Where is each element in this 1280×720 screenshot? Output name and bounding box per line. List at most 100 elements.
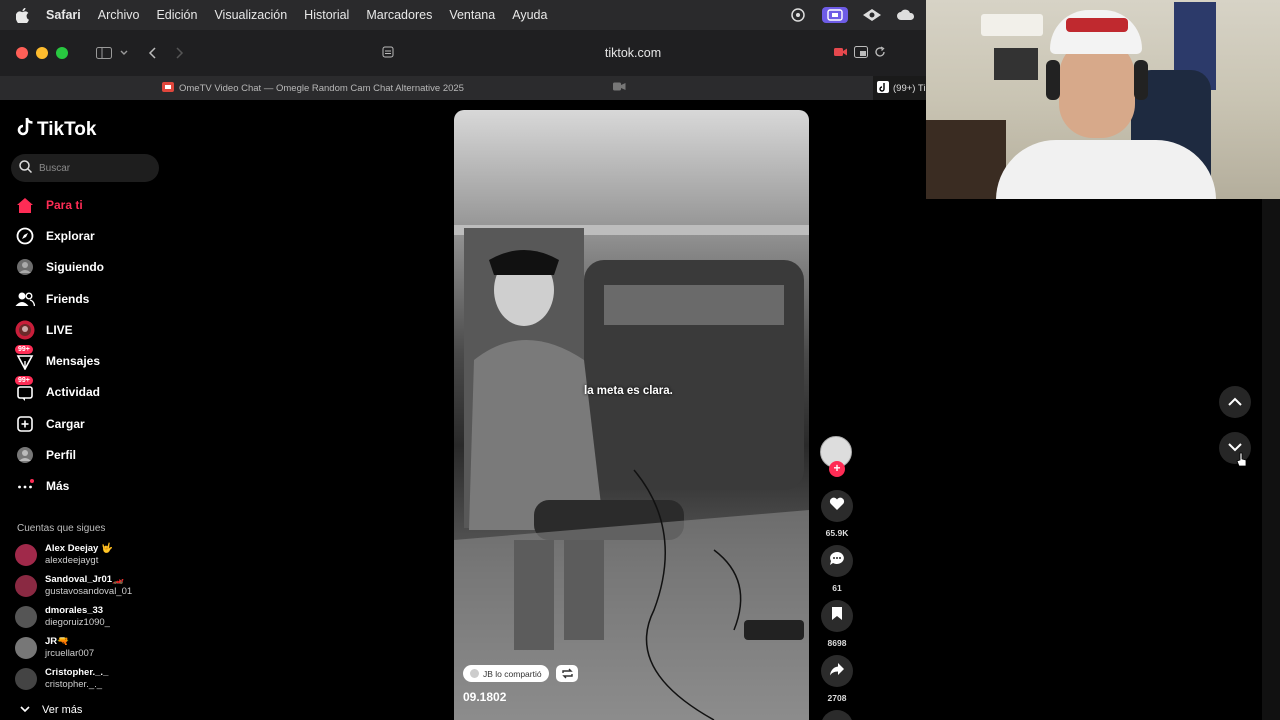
nav-label: Actividad xyxy=(46,385,101,399)
menu-edicion[interactable]: Edición xyxy=(156,8,197,22)
nav-mensajes[interactable]: 99+ Mensajes xyxy=(15,345,100,375)
nav-explorar[interactable]: Explorar xyxy=(15,222,95,250)
account-name: dmorales_33 xyxy=(45,605,104,616)
nav-siguiendo[interactable]: Siguiendo xyxy=(15,253,104,281)
compass-icon xyxy=(15,226,35,246)
mensajes-badge: 99+ xyxy=(15,345,33,354)
heart-icon xyxy=(829,497,845,516)
following-account[interactable]: Cristopher._._ cristopher._._ xyxy=(15,667,108,691)
comment-button[interactable] xyxy=(821,545,853,577)
account-handle: gustavosandoval_01 xyxy=(45,586,133,597)
cloud-icon[interactable] xyxy=(896,7,916,23)
nav-label: Para ti xyxy=(46,198,83,212)
home-icon xyxy=(15,195,35,215)
obs-icon[interactable] xyxy=(788,7,808,23)
repost-icon[interactable] xyxy=(556,665,578,682)
apple-icon[interactable] xyxy=(16,7,32,23)
menu-marcadores[interactable]: Marcadores xyxy=(366,8,432,22)
menu-safari[interactable]: Safari xyxy=(46,8,81,22)
nav-para-ti[interactable]: Para ti xyxy=(15,191,83,219)
save-button[interactable] xyxy=(821,600,853,632)
nav-label: Friends xyxy=(46,292,90,306)
search-placeholder: Buscar xyxy=(39,162,71,174)
menu-visualizacion[interactable]: Visualización xyxy=(214,8,287,22)
video-title: 09.1802 xyxy=(463,690,507,704)
zoom-window-button[interactable] xyxy=(56,47,68,59)
close-window-button[interactable] xyxy=(16,47,28,59)
nav-cargar[interactable]: Cargar xyxy=(15,410,85,438)
video-player[interactable] xyxy=(454,110,809,720)
nav-label: Cargar xyxy=(46,417,85,431)
menu-ventana[interactable]: Ventana xyxy=(449,8,495,22)
share-button[interactable] xyxy=(821,655,853,687)
tab-ometv[interactable]: OmeTV Video Chat — Omegle Random Cam Cha… xyxy=(162,82,464,95)
share-icon xyxy=(829,662,845,681)
nav-label: Perfil xyxy=(46,448,77,462)
account-name: Sandoval_Jr01🏎️ xyxy=(45,574,124,585)
music-disc-button[interactable] xyxy=(821,710,853,720)
url-text: tiktok.com xyxy=(604,46,662,60)
screen-record-icon[interactable] xyxy=(822,7,848,23)
follow-plus-icon[interactable]: + xyxy=(829,461,845,477)
address-bar[interactable]: tiktok.com xyxy=(380,39,886,67)
save-count: 8698 xyxy=(827,638,847,648)
ometv-favicon-icon xyxy=(162,82,174,95)
reload-icon[interactable] xyxy=(874,45,886,61)
forward-icon[interactable] xyxy=(176,47,184,59)
previous-video-button[interactable] xyxy=(1219,386,1251,418)
nav-live[interactable]: LIVE xyxy=(15,316,73,344)
chevron-down-icon[interactable] xyxy=(120,50,128,56)
following-account[interactable]: Sandoval_Jr01🏎️ gustavosandoval_01 xyxy=(15,574,132,598)
back-icon[interactable] xyxy=(148,47,156,59)
actividad-badge: 99+ xyxy=(15,376,33,385)
search-input[interactable]: Buscar xyxy=(11,154,159,182)
page-scrollbar[interactable] xyxy=(1262,199,1280,720)
minimize-window-button[interactable] xyxy=(36,47,48,59)
avatar xyxy=(15,637,37,659)
menu-ayuda[interactable]: Ayuda xyxy=(512,8,547,22)
avatar xyxy=(470,669,479,678)
nav-label: Siguiendo xyxy=(46,260,104,274)
account-name: Cristopher._._ xyxy=(45,667,109,678)
avatar xyxy=(15,575,37,597)
nav-perfil[interactable]: Perfil xyxy=(15,441,76,469)
nav-actividad[interactable]: 99+ Actividad xyxy=(15,376,101,406)
picture-in-picture-icon[interactable] xyxy=(854,45,868,61)
tiktok-note-icon xyxy=(16,117,34,143)
bookmark-icon xyxy=(831,606,843,626)
profile-avatar-icon xyxy=(15,445,35,465)
see-more-label: Ver más xyxy=(42,704,83,716)
video-caption: la meta es clara. xyxy=(584,385,673,397)
upload-icon xyxy=(15,414,35,434)
more-icon xyxy=(15,476,35,496)
following-account[interactable]: JR🔫 jrcuellar007 xyxy=(15,636,94,660)
nav-label: Más xyxy=(46,479,70,493)
page-menu-icon[interactable] xyxy=(382,46,394,61)
nav-label: LIVE xyxy=(46,323,73,337)
see-more-button[interactable]: Ver más xyxy=(20,704,82,716)
like-button[interactable] xyxy=(821,490,853,522)
menu-historial[interactable]: Historial xyxy=(304,8,349,22)
repost-badge[interactable]: JB lo compartió xyxy=(463,665,549,682)
camera-in-use-icon[interactable] xyxy=(834,46,848,60)
tab-tiktok[interactable]: (99+) Ti xyxy=(873,76,926,100)
sidebar-toggle-icon[interactable] xyxy=(96,47,112,59)
like-count: 65.9K xyxy=(825,528,849,538)
following-account[interactable]: dmorales_33 diegoruiz1090_ xyxy=(15,605,110,629)
window-controls xyxy=(16,47,68,59)
account-handle: cristopher._._ xyxy=(45,679,103,690)
friends-icon xyxy=(15,289,35,309)
menubar: Safari Archivo Edición Visualización His… xyxy=(0,0,926,30)
nav-friends[interactable]: Friends xyxy=(15,285,89,313)
following-account[interactable]: Alex Deejay 🤟 alexdeejaygt xyxy=(15,543,113,567)
avatar xyxy=(15,668,37,690)
tiktok-logo[interactable]: TikTok xyxy=(16,117,96,143)
browser-toolbar: tiktok.com xyxy=(0,30,926,76)
nav-label: Explorar xyxy=(46,229,95,243)
account-handle: jrcuellar007 xyxy=(45,648,95,659)
diamond-app-icon[interactable] xyxy=(862,7,882,23)
account-handle: diegoruiz1090_ xyxy=(45,617,110,628)
search-icon xyxy=(19,160,33,176)
menu-archivo[interactable]: Archivo xyxy=(98,8,140,22)
nav-mas[interactable]: Más xyxy=(15,472,69,500)
